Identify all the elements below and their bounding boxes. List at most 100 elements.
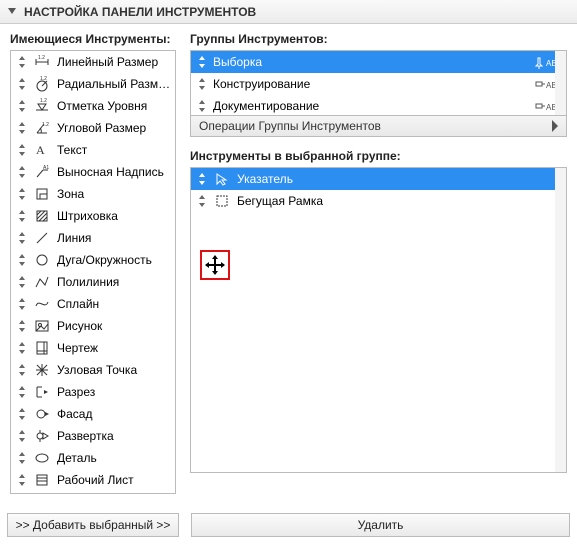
tool-item-label: Дуга/Окружность [57, 253, 171, 267]
tool-item[interactable]: Зона [11, 183, 175, 205]
tool-item[interactable]: Сплайн [11, 293, 175, 315]
tool-item[interactable]: 1.2 Отметка Уровня [11, 95, 175, 117]
polyline-icon [33, 273, 51, 291]
panel-header[interactable]: НАСТРОЙКА ПАНЕЛИ ИНСТРУМЕНТОВ [0, 0, 577, 24]
image-icon [33, 317, 51, 335]
svg-text:1.2: 1.2 [38, 55, 45, 61]
dim-radial-icon: 1.2 [33, 75, 51, 93]
text-icon: A [33, 141, 51, 159]
arc-icon [33, 251, 51, 269]
sort-handle-icon[interactable] [15, 165, 29, 179]
available-tools-list[interactable]: 1.2 Линейный Размер 1.2 Радиальный Разме… [10, 50, 176, 494]
tool-item[interactable]: 1.2 Линейный Размер [11, 51, 175, 73]
svg-text:1.2: 1.2 [40, 76, 47, 82]
add-selected-button[interactable]: >> Добавить выбранный >> [7, 513, 179, 537]
sort-handle-icon[interactable] [15, 253, 29, 267]
tool-item[interactable]: 1.2 Угловой Размер [11, 117, 175, 139]
tool-item[interactable]: Развертка [11, 425, 175, 447]
tool-item[interactable]: A1 Выносная Надпись [11, 161, 175, 183]
pointer-icon [213, 170, 231, 188]
change-icon [33, 493, 51, 494]
group-tool-label: Указатель [237, 172, 562, 186]
tool-item[interactable]: Полилиния [11, 271, 175, 293]
sort-handle-icon[interactable] [195, 99, 209, 113]
tool-item[interactable]: Фасад [11, 403, 175, 425]
tool-item-label: Сплайн [57, 297, 171, 311]
group-item-label: Выборка [213, 55, 528, 69]
tool-item[interactable]: Дуга/Окружность [11, 249, 175, 271]
sort-handle-icon[interactable] [15, 385, 29, 399]
sort-handle-icon[interactable] [15, 121, 29, 135]
sort-handle-icon[interactable] [195, 77, 209, 91]
tool-item[interactable]: Изменение [11, 491, 175, 494]
sort-handle-icon[interactable] [15, 319, 29, 333]
tool-item-label: Отметка Уровня [57, 99, 171, 113]
tool-item[interactable]: Рабочий Лист [11, 469, 175, 491]
sort-handle-icon[interactable] [15, 429, 29, 443]
hatch-icon [33, 207, 51, 225]
group-tools-label: Инструменты в выбранной группе: [190, 149, 567, 163]
tool-item-label: Радиальный Размер [57, 77, 171, 91]
tool-item[interactable]: Узловая Точка [11, 359, 175, 381]
sort-handle-icon[interactable] [15, 407, 29, 421]
available-tools-label: Имеющиеся Инструменты: [10, 32, 176, 46]
sort-handle-icon[interactable] [15, 77, 29, 91]
tool-item[interactable]: Рисунок [11, 315, 175, 337]
dim-angle-icon: 1.2 [33, 119, 51, 137]
sort-handle-icon[interactable] [15, 363, 29, 377]
sort-handle-icon[interactable] [15, 275, 29, 289]
group-item[interactable]: Конструирование AB0 [191, 73, 566, 95]
sort-handle-icon[interactable] [195, 55, 209, 69]
tool-item[interactable]: Разрез [11, 381, 175, 403]
tool-item-label: Линейный Размер [57, 55, 171, 69]
tool-item[interactable]: Штриховка [11, 205, 175, 227]
tool-item-label: Чертеж [57, 341, 171, 355]
sort-handle-icon[interactable] [15, 99, 29, 113]
tool-item[interactable]: Чертеж [11, 337, 175, 359]
marquee-icon [213, 192, 231, 210]
elevation-icon [33, 405, 51, 423]
tool-item-label: Узловая Точка [57, 363, 171, 377]
svg-text:1.2: 1.2 [40, 98, 47, 104]
sort-handle-icon[interactable] [15, 231, 29, 245]
sort-handle-icon[interactable] [15, 187, 29, 201]
group-item[interactable]: Документирование AB0 [191, 95, 566, 116]
sort-handle-icon[interactable] [15, 341, 29, 355]
svg-text:1.2: 1.2 [42, 122, 49, 128]
svg-text:A: A [36, 143, 45, 157]
group-item-label: Конструирование [213, 77, 528, 91]
label-icon: A1 [33, 163, 51, 181]
group-tool-item[interactable]: Бегущая Рамка [191, 190, 566, 212]
tool-item[interactable]: A Текст [11, 139, 175, 161]
tool-item[interactable]: 1.2 Радиальный Размер [11, 73, 175, 95]
section-icon [33, 383, 51, 401]
tool-item-label: Фасад [57, 407, 171, 421]
sort-handle-icon[interactable] [15, 451, 29, 465]
group-operations-row[interactable]: Операции Группы Инструментов [190, 116, 567, 137]
remove-button[interactable]: Удалить [191, 513, 570, 537]
tool-item-label: Разрез [57, 385, 171, 399]
tool-item-label: Деталь [57, 451, 171, 465]
tool-item[interactable]: Линия [11, 227, 175, 249]
sort-handle-icon[interactable] [15, 209, 29, 223]
tool-item-label: Текст [57, 143, 171, 157]
sort-handle-icon[interactable] [15, 55, 29, 69]
group-tool-label: Бегущая Рамка [237, 194, 562, 208]
sort-handle-icon[interactable] [195, 172, 209, 186]
dim-linear-icon: 1.2 [33, 53, 51, 71]
tool-groups-list[interactable]: Выборка AB0 Конструирование AB0 Документ… [190, 50, 567, 116]
group-tools-list[interactable]: Указатель Бегущая Рамка [190, 167, 567, 473]
tool-item-label: Угловой Размер [57, 121, 171, 135]
tool-item-label: Полилиния [57, 275, 171, 289]
sort-handle-icon[interactable] [15, 473, 29, 487]
sort-handle-icon[interactable] [15, 143, 29, 157]
sort-handle-icon[interactable] [15, 297, 29, 311]
zone-icon [33, 185, 51, 203]
group-item[interactable]: Выборка AB0 [191, 51, 566, 73]
sort-handle-icon[interactable] [195, 194, 209, 208]
group-item-label: Документирование [213, 99, 528, 113]
scrollbar [555, 51, 566, 115]
group-tool-item[interactable]: Указатель [191, 168, 566, 190]
unfold-icon [33, 427, 51, 445]
tool-item[interactable]: Деталь [11, 447, 175, 469]
